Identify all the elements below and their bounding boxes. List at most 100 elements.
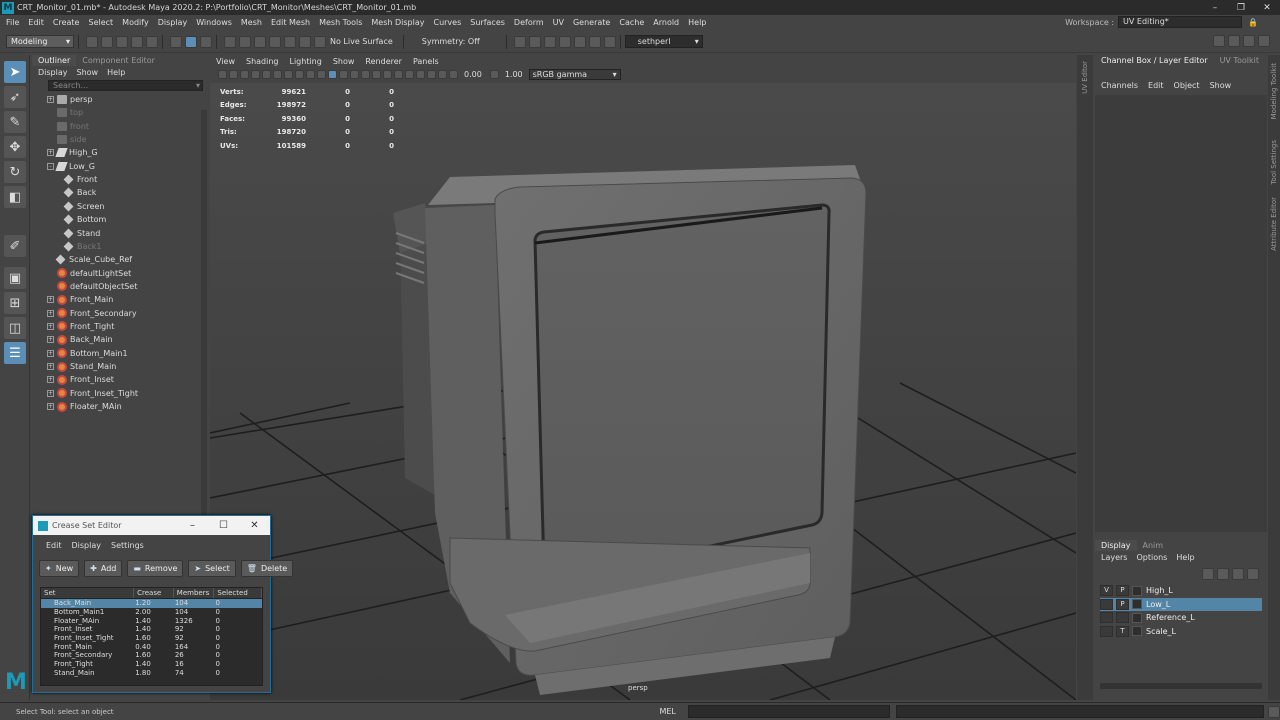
gate-mask-icon[interactable] — [295, 69, 304, 79]
isolate-select-icon[interactable] — [416, 69, 425, 79]
select-tool-icon[interactable]: ➤ — [4, 61, 26, 83]
resolution-gate-icon[interactable] — [284, 69, 293, 79]
menu-windows[interactable]: Windows — [196, 18, 232, 27]
move-layer-down-icon[interactable] — [1217, 568, 1229, 580]
expand-toggle-icon[interactable]: + — [47, 322, 54, 330]
two-view-icon[interactable]: ◫ — [4, 317, 26, 339]
menu-surfaces[interactable]: Surfaces — [470, 18, 505, 27]
outliner-item[interactable]: side — [32, 133, 202, 146]
layer-playback-toggle[interactable]: P — [1116, 598, 1129, 610]
new-scene-icon[interactable] — [86, 35, 98, 48]
tool-settings-tab[interactable]: Tool Settings — [1270, 140, 1278, 185]
minimize-icon[interactable]: – — [1202, 0, 1228, 15]
undo-icon[interactable] — [131, 35, 143, 48]
shadows-icon[interactable] — [372, 69, 381, 79]
expand-toggle-icon[interactable]: + — [47, 96, 54, 103]
column-header-members[interactable]: Members — [174, 588, 215, 598]
grid-toggle-icon[interactable] — [262, 69, 271, 79]
render-frame-icon[interactable] — [528, 35, 541, 48]
table-row[interactable]: Floater_MAin 1.40 1326 0 — [41, 616, 262, 625]
bookmark-icon[interactable] — [240, 69, 249, 79]
rotate-tool-icon[interactable]: ↻ — [4, 161, 26, 183]
outliner-item[interactable]: + Bottom_Main1 — [32, 347, 202, 360]
outliner-menu-show[interactable]: Show — [77, 68, 99, 77]
column-header-selected[interactable]: Selected — [214, 588, 262, 598]
scale-tool-icon[interactable]: ◧ — [4, 186, 26, 208]
uv-editor-label[interactable]: UV Editor — [1081, 61, 1089, 94]
textured-icon[interactable] — [350, 69, 359, 79]
layer-row[interactable]: V P High_L — [1100, 584, 1262, 597]
viewport-menu-view[interactable]: View — [216, 57, 235, 66]
select-hierarchy-icon[interactable] — [170, 35, 182, 48]
tool-settings-icon[interactable] — [1243, 35, 1255, 47]
modeling-toolkit-tab[interactable]: Modeling Toolkit — [1270, 63, 1278, 119]
table-row[interactable]: Front_Inset_Tight 1.60 92 0 — [41, 634, 262, 643]
menu-mesh-display[interactable]: Mesh Display — [371, 18, 424, 27]
new-crease-set-button[interactable]: ✦ New — [39, 559, 80, 577]
remove-from-crease-set-button[interactable]: ▬ Remove — [127, 559, 184, 577]
lights-icon[interactable] — [361, 69, 370, 79]
uv-editor-strip[interactable]: UV Editor — [1077, 55, 1093, 700]
menu-generate[interactable]: Generate — [573, 18, 610, 27]
snap-grid-icon[interactable] — [224, 35, 236, 48]
select-object-icon[interactable] — [185, 35, 197, 48]
layer-visibility-toggle[interactable] — [1100, 612, 1113, 623]
menu-uv[interactable]: UV — [553, 18, 564, 27]
crease-set-editor-titlebar[interactable]: Crease Set Editor – ☐ ✕ — [33, 516, 270, 535]
column-header-crease[interactable]: Crease — [134, 588, 174, 598]
add-to-crease-set-button[interactable]: ✚ Add — [84, 559, 123, 577]
select-component-icon[interactable] — [200, 35, 212, 48]
layer-row[interactable]: P Low_L — [1100, 597, 1262, 611]
tab-outliner[interactable]: Outliner — [32, 55, 77, 66]
sculpt-tool-icon[interactable]: ✐ — [4, 235, 26, 257]
paint-select-icon[interactable]: ✎ — [4, 111, 26, 133]
viewport-menu-renderer[interactable]: Renderer — [365, 57, 402, 66]
outliner-menu-help[interactable]: Help — [107, 68, 125, 77]
expand-toggle-icon[interactable]: + — [47, 403, 54, 411]
layer-options-menu[interactable]: Options — [1136, 553, 1167, 562]
outliner-menu-display[interactable]: Display — [38, 68, 68, 77]
outliner-item[interactable]: + Front_Secondary — [32, 307, 202, 320]
color-space-dropdown[interactable]: sRGB gamma — [528, 68, 621, 80]
expand-toggle-icon[interactable]: + — [47, 309, 54, 317]
ipr-render-icon[interactable] — [543, 35, 556, 48]
menu-arnold[interactable]: Arnold — [653, 18, 679, 27]
cse-close-icon[interactable]: ✕ — [239, 516, 270, 535]
image-plane-icon[interactable] — [251, 69, 260, 79]
menu-mesh-tools[interactable]: Mesh Tools — [319, 18, 362, 27]
layer-visibility-toggle[interactable] — [1100, 598, 1113, 610]
layer-help-menu[interactable]: Help — [1176, 553, 1194, 562]
outliner-item[interactable]: + Floater_MAin — [32, 400, 202, 413]
column-header-set[interactable]: Set — [41, 588, 135, 598]
table-row[interactable]: Front_Tight 1.40 16 0 — [41, 660, 262, 669]
layers-menu[interactable]: Layers — [1101, 553, 1127, 562]
outliner-item[interactable]: Bottom — [32, 213, 202, 226]
anti-aliasing-icon[interactable] — [405, 69, 414, 79]
outliner-item[interactable]: front — [32, 120, 202, 133]
maximize-icon[interactable]: ❐ — [1228, 0, 1254, 15]
outliner-item[interactable]: top — [32, 106, 202, 119]
motion-blur-icon[interactable] — [394, 69, 403, 79]
xray-joints-icon[interactable] — [438, 69, 447, 79]
expand-toggle-icon[interactable]: + — [47, 149, 54, 157]
snap-view-plane-icon[interactable] — [269, 35, 281, 48]
expand-toggle-icon[interactable]: + — [47, 389, 54, 397]
outliner-item[interactable]: + Stand_Main — [32, 360, 202, 373]
3d-viewport[interactable]: Verts: 99621 0 0 Edges: 198972 0 0 Faces: 99360 0 0… — [210, 83, 1076, 700]
table-row[interactable]: Front_Main 0.40 164 0 — [41, 642, 262, 651]
move-tool-icon[interactable]: ✥ — [4, 136, 26, 158]
render-view-icon[interactable] — [513, 35, 526, 48]
workspace-dropdown[interactable]: UV Editing* — [1118, 16, 1243, 28]
outliner-item[interactable]: defaultLightSet — [32, 267, 202, 280]
outliner-item[interactable]: + Front_Inset — [32, 373, 202, 386]
menu-display[interactable]: Display — [158, 18, 188, 27]
expand-toggle-icon[interactable]: + — [47, 349, 54, 357]
redo-icon[interactable] — [146, 35, 158, 48]
menu-create[interactable]: Create — [53, 18, 80, 27]
viewport-menu-show[interactable]: Show — [333, 57, 355, 66]
layer-playback-toggle[interactable]: T — [1116, 625, 1129, 637]
layer-color-swatch[interactable] — [1132, 599, 1142, 609]
outliner-item[interactable]: Back — [32, 186, 202, 199]
outliner-item[interactable]: + persp — [32, 93, 202, 106]
menu-edit-mesh[interactable]: Edit Mesh — [271, 18, 310, 27]
